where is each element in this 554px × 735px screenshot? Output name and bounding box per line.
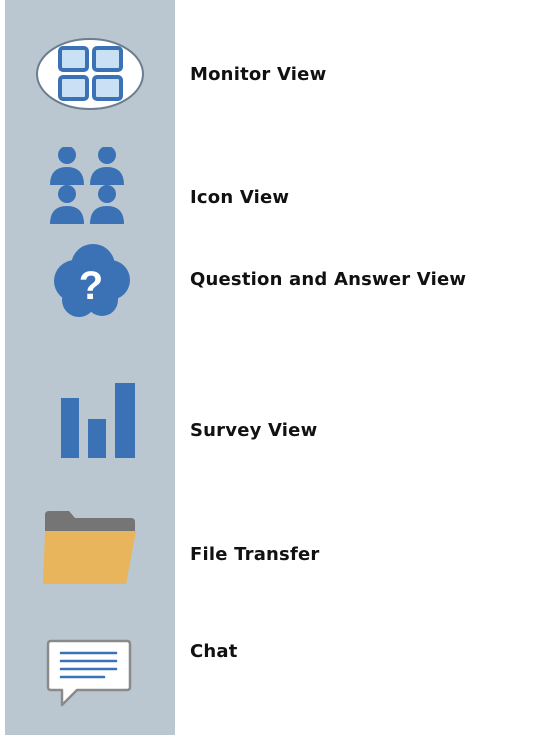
monitor-view-icon xyxy=(5,24,175,124)
menu-item-survey-view[interactable]: Survey View xyxy=(0,374,554,474)
menu-item-label: Question and Answer View xyxy=(190,269,467,290)
menu-item-question-answer-view[interactable]: ? Question and Answer View xyxy=(0,236,554,336)
menu-item-icon-view[interactable]: Icon View xyxy=(0,147,554,247)
menu-item-file-transfer[interactable]: File Transfer xyxy=(0,501,554,601)
menu-item-chat[interactable]: Chat xyxy=(0,622,554,722)
menu-item-label: Chat xyxy=(190,641,238,662)
menu-item-monitor-view[interactable]: Monitor View xyxy=(0,24,554,124)
users-grid-icon xyxy=(5,147,175,247)
bar-chart-icon xyxy=(5,374,175,474)
chat-bubble-icon xyxy=(5,622,175,722)
menu-item-label: Survey View xyxy=(190,420,318,441)
menu-item-label: File Transfer xyxy=(190,544,320,565)
question-cloud-icon: ? xyxy=(5,236,175,336)
svg-text:?: ? xyxy=(79,264,103,308)
menu-item-label: Icon View xyxy=(190,187,290,208)
menu-item-label: Monitor View xyxy=(190,64,327,85)
folder-icon xyxy=(5,501,175,601)
